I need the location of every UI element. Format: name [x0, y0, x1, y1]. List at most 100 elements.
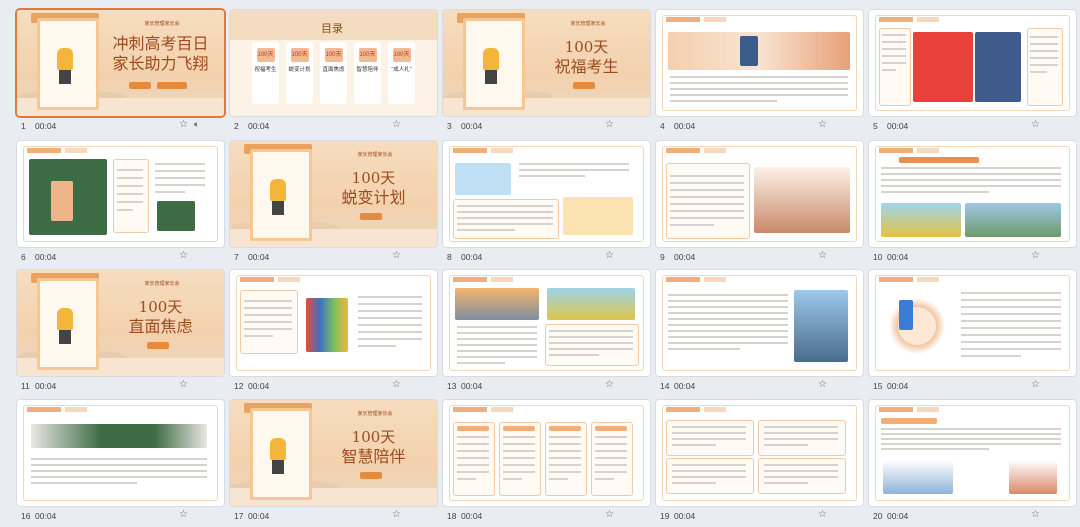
- slide-preview[interactable]: [656, 270, 863, 376]
- star-icon[interactable]: ☆: [818, 509, 827, 520]
- slide-preview[interactable]: [656, 141, 863, 247]
- slide-duration: 00:04: [461, 511, 483, 521]
- star-icon[interactable]: ☆: [818, 250, 827, 261]
- toc-card-label: “成人礼”: [391, 67, 412, 73]
- slide-preview[interactable]: [443, 270, 650, 376]
- star-icon[interactable]: ☆: [605, 250, 614, 261]
- section-pill: [147, 342, 169, 349]
- text-line: [595, 478, 615, 480]
- slide-tag: 家长管理家长会: [570, 21, 606, 27]
- text-line: [1030, 71, 1047, 73]
- slide-preview[interactable]: [17, 141, 224, 247]
- header-label: [666, 148, 700, 153]
- slide-thumbnail-1[interactable]: 家长管理家长会 冲刺高考百日 家长助力飞翔 1 00:04 ☆ 🔈︎: [15, 8, 228, 137]
- slide-thumbnail-7[interactable]: 家长管理家长会 100天 蜕变计划 7 00:04 ☆: [228, 139, 441, 268]
- slide-preview[interactable]: 家长管理家长会 冲刺高考百日 家长助力飞翔: [17, 10, 224, 116]
- slide-thumbnail-3[interactable]: 家长管理家长会 100天 祝福考生 3 00:04 ☆: [441, 8, 654, 137]
- toc-card-number: 100天: [324, 48, 343, 62]
- text-box: [879, 28, 911, 106]
- star-icon[interactable]: ☆: [179, 379, 188, 390]
- text-line: [457, 362, 505, 364]
- text-line: [117, 177, 143, 179]
- text-line: [672, 482, 717, 484]
- slide-preview[interactable]: [869, 270, 1076, 376]
- text-line: [764, 438, 838, 440]
- slide-preview[interactable]: 家长管理家长会 100天 直面焦虑: [17, 270, 224, 376]
- star-icon[interactable]: ☆: [818, 119, 827, 130]
- slide-thumbnail-8[interactable]: 8 00:04 ☆: [441, 139, 654, 268]
- text-line: [519, 175, 585, 177]
- slide-thumbnail-20[interactable]: 20 00:04 ☆: [867, 398, 1080, 527]
- toc-card: 100天 “成人礼”: [388, 42, 415, 104]
- star-icon[interactable]: ☆: [605, 509, 614, 520]
- text-line: [881, 448, 989, 450]
- slide-thumbnail-19[interactable]: 19 00:04 ☆: [654, 398, 867, 527]
- text-line: [672, 476, 746, 478]
- slide-thumbnail-9[interactable]: 9 00:04 ☆: [654, 139, 867, 268]
- slide-preview[interactable]: [656, 10, 863, 116]
- slide-thumbnail-15[interactable]: 15 00:04 ☆: [867, 268, 1080, 397]
- slide-preview[interactable]: 目录 100天 祝福考生 100天 蜕变计划 100天 直面焦虑 100天 智慧陪伴 100天 “成…: [230, 10, 437, 116]
- slide-thumbnail-13[interactable]: 13 00:04 ☆: [441, 268, 654, 397]
- speaker-icon[interactable]: 🔈︎: [194, 119, 199, 130]
- slide-thumbnail-16[interactable]: 16 00:04 ☆: [15, 398, 228, 527]
- star-icon[interactable]: ☆: [1031, 119, 1040, 130]
- star-icon[interactable]: ☆: [1031, 250, 1040, 261]
- slide-meta: 17 00:04 ☆: [228, 509, 441, 524]
- slide-preview[interactable]: [443, 141, 650, 247]
- slide-meta: 18 00:04 ☆: [441, 509, 654, 524]
- slide-preview[interactable]: [656, 400, 863, 506]
- text-line: [961, 306, 1061, 308]
- text-line: [244, 321, 292, 323]
- slide-number: 6: [21, 252, 26, 262]
- star-icon[interactable]: ☆: [818, 379, 827, 390]
- star-icon[interactable]: ☆: [179, 250, 188, 261]
- slide-thumbnail-5[interactable]: 5 00:04 ☆: [867, 8, 1080, 137]
- slide-thumbnail-11[interactable]: 家长管理家长会 100天 直面焦虑 11 00:04 ☆: [15, 268, 228, 397]
- slide-preview[interactable]: [17, 400, 224, 506]
- slide-number: 5: [873, 121, 878, 131]
- section-pill: [573, 82, 595, 89]
- text-line: [457, 478, 477, 480]
- text-line: [668, 348, 740, 350]
- text-line: [881, 438, 1061, 440]
- slide-preview[interactable]: [869, 400, 1076, 506]
- slide-thumbnail-12[interactable]: 12 00:04 ☆: [228, 268, 441, 397]
- slide-thumbnail-17[interactable]: 家长管理家长会 100天 智慧陪伴 17 00:04 ☆: [228, 398, 441, 527]
- star-icon[interactable]: ☆: [179, 119, 188, 130]
- text-line: [764, 426, 838, 428]
- slide-number: 17: [234, 511, 244, 521]
- slide-preview[interactable]: [869, 141, 1076, 247]
- section-number: 100天: [351, 169, 396, 187]
- slide-thumbnail-10[interactable]: 10 00:04 ☆: [867, 139, 1080, 268]
- slide-meta: 15 00:04 ☆: [867, 379, 1080, 394]
- slide-preview[interactable]: [869, 10, 1076, 116]
- text-line: [457, 338, 537, 340]
- slide-thumbnail-2[interactable]: 目录 100天 祝福考生 100天 蜕变计划 100天 直面焦虑 100天 智慧陪伴 100天 “成…: [228, 8, 441, 137]
- slide-preview[interactable]: 家长管理家长会 100天 蜕变计划: [230, 141, 437, 247]
- slide-thumbnail-14[interactable]: 14 00:04 ☆: [654, 268, 867, 397]
- slide-thumbnail-4[interactable]: 4 00:04 ☆: [654, 8, 867, 137]
- star-icon[interactable]: ☆: [392, 250, 401, 261]
- slide-duration: 00:04: [461, 381, 483, 391]
- slide-thumbnail-18[interactable]: 18 00:04 ☆: [441, 398, 654, 527]
- slide-preview[interactable]: [230, 270, 437, 376]
- star-icon[interactable]: ☆: [1031, 379, 1040, 390]
- star-icon[interactable]: ☆: [605, 379, 614, 390]
- star-icon[interactable]: ☆: [392, 379, 401, 390]
- slide-preview[interactable]: 家长管理家长会 100天 智慧陪伴: [230, 400, 437, 506]
- star-icon[interactable]: ☆: [392, 509, 401, 520]
- slide-duration: 00:04: [674, 252, 696, 262]
- text-card: [591, 422, 633, 496]
- slide-preview[interactable]: [443, 400, 650, 506]
- slide-thumbnail-6[interactable]: 6 00:04 ☆: [15, 139, 228, 268]
- star-icon[interactable]: ☆: [605, 119, 614, 130]
- star-icon[interactable]: ☆: [179, 509, 188, 520]
- slide-preview[interactable]: 家长管理家长会 100天 祝福考生: [443, 10, 650, 116]
- star-icon[interactable]: ☆: [1031, 509, 1040, 520]
- text-line: [31, 482, 137, 484]
- star-icon[interactable]: ☆: [392, 119, 401, 130]
- photo-left: [913, 32, 973, 102]
- text-line: [672, 432, 746, 434]
- text-line: [358, 317, 422, 319]
